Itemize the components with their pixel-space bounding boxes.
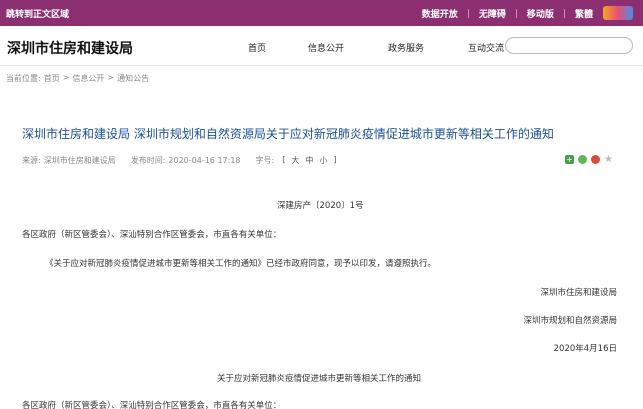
breadcrumb-separator: > — [62, 73, 70, 82]
breadcrumb-notices[interactable]: 通知公告 — [117, 73, 149, 84]
signer-planning-bureau: 深圳市规划和自然资源局 — [523, 316, 617, 326]
city-logo-badge — [603, 6, 633, 20]
breadcrumb-label: 当前位置: — [6, 74, 41, 83]
accessibility-link[interactable]: 无障碍 — [479, 7, 506, 20]
main-nav: 首页 信息公开 政务服务 互动交流 — [248, 41, 548, 54]
fontsize-bracket: ] — [333, 155, 337, 164]
fontsize-medium[interactable]: 中 — [305, 155, 313, 166]
top-links: 数据开放 | 无障碍 | 移动版 | 繁體 — [422, 7, 593, 21]
star-icon[interactable]: ★ — [604, 155, 613, 165]
article-title: 深圳市住房和建设局 深圳市规划和自然资源局关于应对新冠肺炎疫情促进城市更新等相关… — [22, 127, 554, 141]
nav-interaction[interactable]: 互动交流 — [468, 41, 504, 54]
fontsize-small[interactable]: 小 — [319, 155, 327, 166]
addressee: 各区政府（新区管委会）、深汕特别合作区管委会，市直各有关单位： — [22, 230, 282, 240]
search-input[interactable] — [505, 37, 633, 54]
source-value: 深圳市住房和建设局 — [43, 156, 116, 165]
nav-gov-services[interactable]: 政务服务 — [388, 41, 424, 54]
attachment-title: 关于应对新冠肺炎疫情促进城市更新等相关工作的通知 — [217, 374, 422, 384]
article-meta: 来源: 深圳市住房和建设局 发布时间: 2020-04-16 17:18 字号:… — [22, 155, 342, 166]
source-label: 来源: — [22, 156, 41, 165]
top-bar: 跳转到正文区域 数据开放 | 无障碍 | 移动版 | 繁體 — [0, 0, 643, 26]
divider: | — [562, 8, 566, 19]
nav-info-disclosure[interactable]: 信息公开 — [308, 41, 344, 54]
open-data-link[interactable]: 数据开放 — [422, 7, 458, 20]
fontsize-bracket: [ — [282, 155, 286, 164]
plus-icon[interactable]: + — [565, 155, 574, 164]
weibo-icon[interactable] — [591, 155, 600, 164]
breadcrumb-info[interactable]: 信息公开 — [72, 73, 104, 84]
share-bar: + ★ — [561, 155, 613, 165]
breadcrumb-home[interactable]: 首页 — [44, 73, 60, 84]
traditional-chinese-link[interactable]: 繁體 — [575, 7, 593, 20]
divider: | — [466, 8, 470, 19]
sign-date: 2020年4月16日 — [553, 344, 617, 354]
fontsize-large[interactable]: 大 — [291, 155, 299, 166]
fontsize-label: 字号: — [255, 156, 275, 165]
divider: | — [514, 8, 518, 19]
addressee-repeat: 各区政府（新区管委会）、深汕特别合作区管委会，市直各有关单位： — [22, 401, 282, 409]
nav-home[interactable]: 首页 — [248, 41, 266, 54]
breadcrumb-separator: > — [107, 73, 115, 82]
fontsize-options: [ 大 中 小 ] — [282, 155, 342, 166]
wechat-icon[interactable] — [578, 155, 587, 164]
date-value: 2020-04-16 17:18 — [168, 156, 241, 165]
breadcrumb: 当前位置: 首页 > 信息公开 > 通知公告 — [6, 73, 152, 84]
mobile-version-link[interactable]: 移动版 — [527, 7, 554, 20]
signer-housing-bureau: 深圳市住房和建设局 — [540, 288, 617, 298]
doc-number: 深建房产〔2020〕1号 — [277, 201, 364, 211]
body-paragraph: 《关于应对新冠肺炎疫情促进城市更新等相关工作的通知》已经市政府同意，现予以印发，… — [45, 259, 437, 269]
site-title[interactable]: 深圳市住房和建设局 — [7, 38, 133, 58]
skip-to-content-link[interactable]: 跳转到正文区域 — [6, 7, 69, 20]
site-header: 深圳市住房和建设局 首页 信息公开 政务服务 互动交流 — [0, 26, 643, 66]
date-label: 发布时间: — [130, 156, 166, 165]
